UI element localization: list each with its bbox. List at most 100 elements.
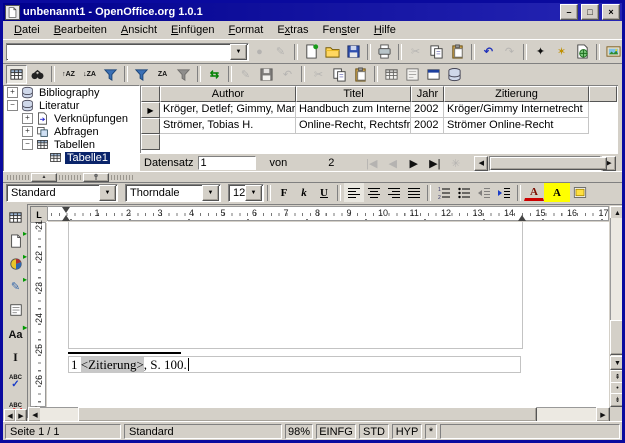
menu-datei[interactable]: Datei bbox=[7, 22, 47, 38]
sort-descending-icon[interactable]: ↓ZA bbox=[79, 65, 100, 84]
menu-ansicht[interactable]: Ansicht bbox=[114, 22, 164, 38]
record-scroll-left-icon[interactable]: ◀ bbox=[474, 156, 488, 171]
row-marker-cell[interactable]: ▶ bbox=[141, 102, 160, 118]
copy-icon[interactable] bbox=[329, 65, 350, 84]
cut-icon[interactable]: ✂ bbox=[308, 65, 329, 84]
expand-icon[interactable]: + bbox=[7, 87, 18, 98]
collapse-icon[interactable]: − bbox=[22, 139, 33, 150]
tree-item-tabelle1[interactable]: Tabelle1 bbox=[4, 151, 139, 164]
record-number-input[interactable] bbox=[198, 156, 256, 170]
expand-icon[interactable]: + bbox=[22, 113, 33, 124]
url-dropdown-icon[interactable]: ▼ bbox=[230, 44, 247, 60]
document-canvas[interactable]: 1 <Zitierung>, S. 100. bbox=[47, 222, 609, 407]
record-scrollbar-thumb[interactable] bbox=[490, 157, 607, 170]
grid-column-header[interactable]: Jahr bbox=[411, 86, 444, 102]
tree-item-literatur[interactable]: −Literatur bbox=[4, 99, 139, 112]
navigator-icon[interactable]: ✦ bbox=[530, 42, 551, 61]
table-row[interactable]: Strömer, Tobias H.Online-Recht, Rechtsfr… bbox=[141, 118, 618, 134]
tree-item-abfragen[interactable]: +Abfragen bbox=[4, 125, 139, 138]
paste-icon[interactable] bbox=[447, 42, 468, 61]
status-selection-mode[interactable]: STD bbox=[359, 424, 389, 439]
status-insert-mode[interactable]: EINFG bbox=[316, 424, 356, 439]
url-combobox[interactable]: ▼ bbox=[6, 43, 249, 61]
find-record-icon[interactable] bbox=[27, 65, 48, 84]
first-record-icon[interactable]: |◀ bbox=[361, 154, 382, 173]
horizontal-scrollbar[interactable]: ◀ ▶ bbox=[28, 407, 617, 420]
numbered-list-button[interactable]: 12 bbox=[434, 183, 454, 202]
font-dropdown-icon[interactable]: ▼ bbox=[202, 185, 219, 201]
citation-field[interactable]: <Zitierung> bbox=[81, 357, 144, 373]
grid-column-header[interactable]: Titel bbox=[296, 86, 411, 102]
scroll-down-icon[interactable]: ▼ bbox=[610, 356, 625, 370]
font-name-combobox[interactable]: Thorndale ▼ bbox=[125, 184, 221, 202]
style-dropdown-icon[interactable]: ▼ bbox=[99, 185, 116, 201]
hyperlink-dialog-icon[interactable] bbox=[572, 42, 593, 61]
scroll-right-icon[interactable]: ▶ bbox=[596, 407, 610, 422]
font-size-combobox[interactable]: 12 ▼ bbox=[228, 184, 264, 202]
direct-cursor-icon[interactable]: I bbox=[5, 348, 26, 367]
status-zoom[interactable]: 98% bbox=[285, 424, 313, 439]
standard-filter-icon[interactable] bbox=[131, 65, 152, 84]
menu-format[interactable]: Format bbox=[221, 22, 270, 38]
edit-data-icon[interactable]: ✎ bbox=[235, 65, 256, 84]
grid-cell[interactable]: 2002 bbox=[411, 118, 444, 134]
print-icon[interactable] bbox=[374, 42, 395, 61]
grid-cell[interactable]: Online-Recht, Rechtsfrag bbox=[296, 118, 411, 134]
row-marker-cell-empty[interactable] bbox=[141, 134, 160, 150]
expand-icon[interactable]: + bbox=[22, 126, 33, 137]
insert-table-icon[interactable] bbox=[5, 208, 26, 227]
bullet-list-button[interactable] bbox=[454, 183, 474, 202]
undo-data-entry-icon[interactable]: ↶ bbox=[277, 65, 298, 84]
tree-item-verknüpfungen[interactable]: +Verknüpfungen bbox=[4, 112, 139, 125]
tree-item-bibliography[interactable]: +Bibliography bbox=[4, 86, 139, 99]
status-hyperlink-mode[interactable]: HYP bbox=[392, 424, 422, 439]
menu-hilfe[interactable]: Hilfe bbox=[367, 22, 403, 38]
url-input[interactable] bbox=[7, 45, 230, 59]
save-icon[interactable] bbox=[343, 42, 364, 61]
collapse-icon[interactable]: − bbox=[7, 100, 18, 111]
footnote-area[interactable]: 1 <Zitierung>, S. 100. bbox=[68, 356, 521, 373]
mail-merge-icon[interactable] bbox=[423, 65, 444, 84]
open-icon[interactable] bbox=[322, 42, 343, 61]
refresh-icon[interactable]: ⇆ bbox=[204, 65, 225, 84]
sort-icon[interactable]: ZA bbox=[152, 65, 173, 84]
sort-ascending-icon[interactable]: ↑AZ bbox=[58, 65, 79, 84]
gallery-icon[interactable] bbox=[603, 42, 624, 61]
decrease-indent-button[interactable] bbox=[474, 183, 494, 202]
underline-button[interactable]: U bbox=[314, 183, 334, 202]
data-source-of-document-icon[interactable] bbox=[444, 65, 465, 84]
grid-cell[interactable]: Kröger, Detlef; Gimmy, Marc A bbox=[160, 102, 296, 118]
menu-fenster[interactable]: Fenster bbox=[316, 22, 367, 38]
title-bar[interactable]: unbenannt1 - OpenOffice.org 1.0.1 – □ × bbox=[3, 3, 622, 21]
align-left-button[interactable] bbox=[344, 183, 364, 202]
paragraph-background-button[interactable] bbox=[570, 183, 590, 202]
paste-icon[interactable] bbox=[350, 65, 371, 84]
grid-cell[interactable]: Kröger/Gimmy Internetrecht bbox=[444, 102, 589, 118]
align-right-button[interactable] bbox=[384, 183, 404, 202]
highlighting-button[interactable]: A bbox=[544, 183, 570, 202]
menu-bearbeiten[interactable]: Bearbeiten bbox=[47, 22, 114, 38]
data-to-text-icon[interactable] bbox=[381, 65, 402, 84]
vertical-scrollbar-thumb[interactable] bbox=[610, 320, 625, 355]
autopilot-icon[interactable]: ✶ bbox=[551, 42, 572, 61]
left-indent-marker[interactable] bbox=[62, 207, 71, 220]
close-button[interactable]: × bbox=[602, 4, 620, 20]
maximize-button[interactable]: □ bbox=[581, 4, 599, 20]
horizontal-scrollbar-thumb[interactable] bbox=[78, 407, 537, 422]
grid-column-header[interactable]: Zitierung bbox=[444, 86, 589, 102]
right-indent-marker[interactable] bbox=[518, 214, 527, 221]
justify-button[interactable] bbox=[404, 183, 424, 202]
show-draw-functions-icon[interactable]: ✎ bbox=[5, 277, 26, 296]
new-record-icon[interactable]: ✳ bbox=[445, 154, 466, 173]
record-horizontal-scrollbar[interactable] bbox=[489, 156, 601, 171]
row-marker-cell[interactable] bbox=[141, 118, 160, 134]
menu-extras[interactable]: Extras bbox=[270, 22, 315, 38]
increase-indent-button[interactable] bbox=[494, 183, 514, 202]
form-functions-icon[interactable] bbox=[5, 300, 26, 319]
size-dropdown-icon[interactable]: ▼ bbox=[245, 185, 262, 201]
tree-item-tabellen[interactable]: −Tabellen bbox=[4, 138, 139, 151]
new-document-icon[interactable] bbox=[301, 42, 322, 61]
menu-einfügen[interactable]: Einfügen bbox=[164, 22, 221, 38]
autotext-icon[interactable]: Aa bbox=[5, 325, 26, 344]
remove-filter-icon[interactable] bbox=[173, 65, 194, 84]
